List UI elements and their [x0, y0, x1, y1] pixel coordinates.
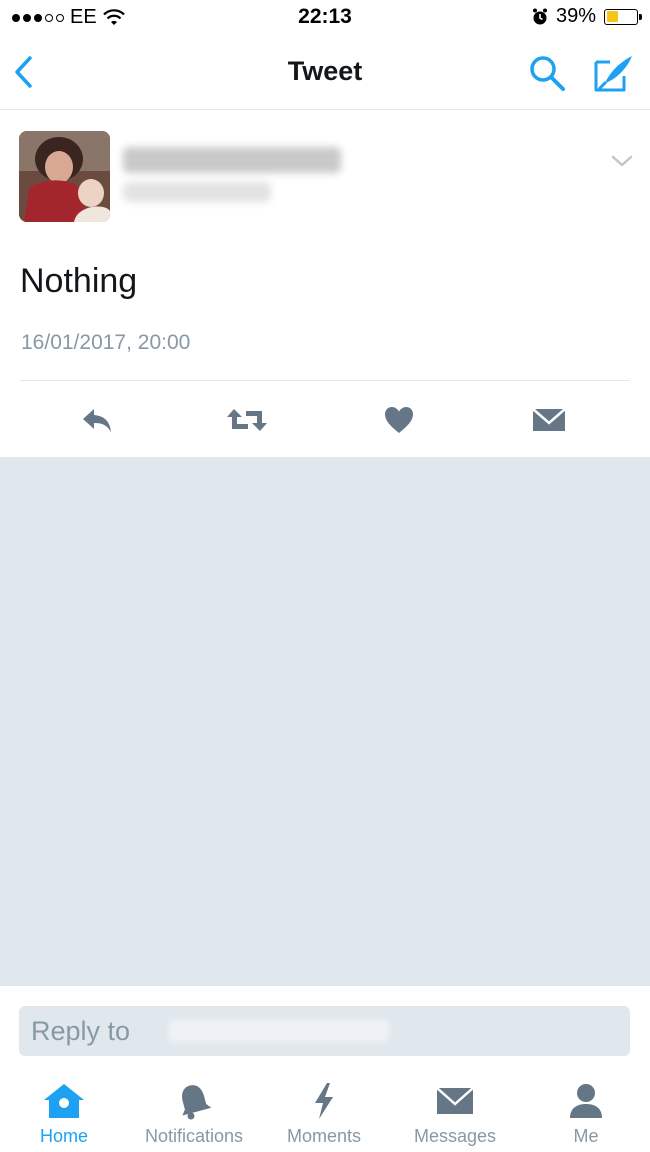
- compose-tweet-button[interactable]: [592, 52, 636, 94]
- envelope-icon: [532, 408, 566, 431]
- reply-button[interactable]: [72, 398, 122, 442]
- tweet-options-button[interactable]: [608, 150, 636, 172]
- avatar[interactable]: [19, 131, 110, 222]
- tab-moments[interactable]: Moments: [278, 1072, 370, 1152]
- retweet-icon: [227, 409, 267, 431]
- envelope-icon: [436, 1087, 474, 1114]
- tweet-text: Nothing: [20, 262, 138, 300]
- home-icon: [44, 1084, 84, 1118]
- tab-bar: Home Notifications Moments Messages Me: [0, 1072, 650, 1152]
- navigation-bar: Tweet: [0, 36, 650, 110]
- tab-me[interactable]: Me: [556, 1072, 616, 1152]
- tweet-actions: [0, 398, 650, 442]
- battery-icon: [604, 8, 642, 25]
- compose-icon: [594, 56, 632, 92]
- battery-percent: 39%: [555, 5, 596, 27]
- author-name-redacted: [123, 147, 341, 173]
- alarm-icon: [532, 8, 547, 24]
- bell-icon: [182, 1085, 212, 1120]
- tab-notifications[interactable]: Notifications: [134, 1072, 254, 1152]
- tab-home-label: Home: [39, 1126, 88, 1146]
- chevron-down-icon: [611, 155, 633, 167]
- battery-level-fill: [606, 11, 618, 22]
- tab-moments-label: Moments: [286, 1126, 362, 1146]
- like-button[interactable]: [374, 398, 424, 442]
- lightning-icon: [315, 1083, 333, 1119]
- reply-icon: [83, 409, 111, 432]
- reply-input[interactable]: Reply to: [19, 1006, 630, 1056]
- avatar-image: [19, 131, 110, 222]
- tab-me-label: Me: [573, 1126, 599, 1146]
- author-handle-redacted: [123, 182, 271, 202]
- heart-icon: [385, 407, 413, 433]
- divider: [20, 380, 630, 381]
- reply-recipient-redacted: [169, 1020, 389, 1042]
- tab-notifications-label: Notifications: [144, 1126, 244, 1146]
- tab-home[interactable]: Home: [26, 1072, 102, 1152]
- search-icon: [530, 56, 565, 91]
- status-right: 39%: [532, 5, 642, 28]
- tab-messages-label: Messages: [413, 1126, 497, 1146]
- reply-bar: Reply to: [0, 985, 650, 1072]
- direct-message-button[interactable]: [524, 398, 574, 442]
- status-bar: EE 22:13 39%: [0, 0, 650, 36]
- retweet-button[interactable]: [222, 398, 272, 442]
- reply-placeholder: Reply to: [31, 1016, 131, 1046]
- search-button[interactable]: [526, 52, 568, 94]
- tab-messages[interactable]: Messages: [404, 1072, 506, 1152]
- empty-replies-area: [0, 457, 650, 985]
- person-icon: [570, 1084, 602, 1118]
- tweet-timestamp: 16/01/2017, 20:00: [21, 331, 191, 354]
